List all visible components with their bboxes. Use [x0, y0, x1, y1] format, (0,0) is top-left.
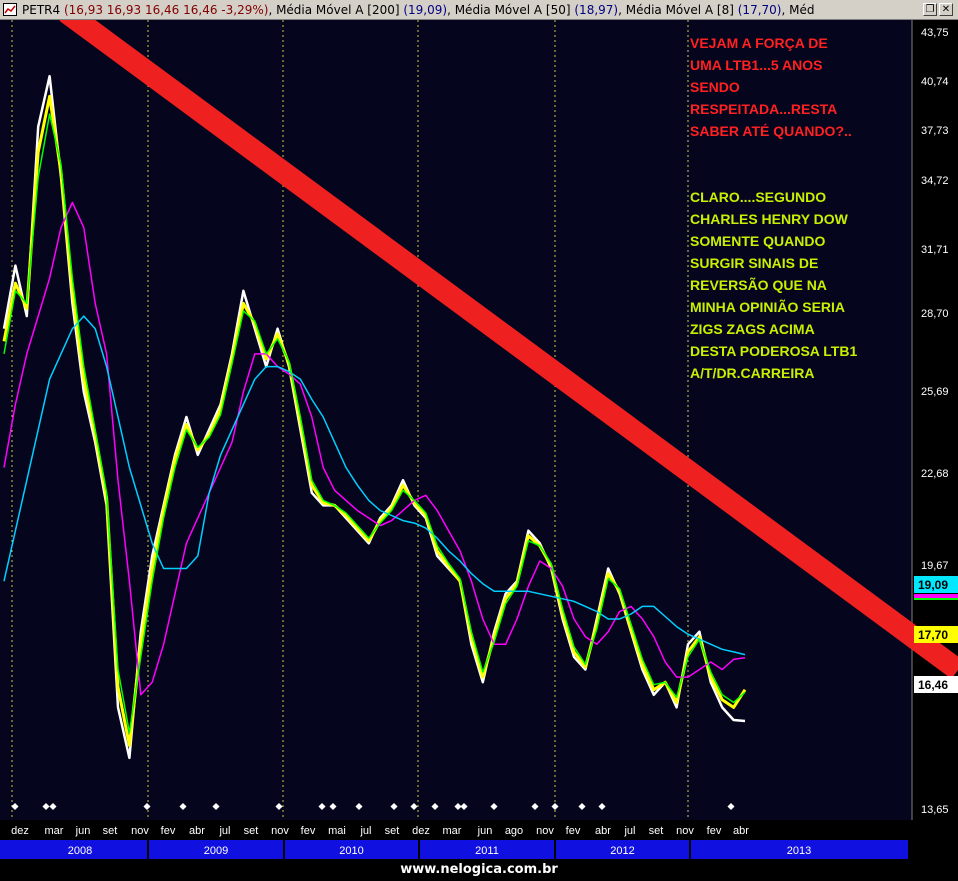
title-segment: (18,97) — [574, 3, 619, 17]
year-label: 2008 — [68, 845, 92, 857]
price-chart[interactable]: VEJAM A FORÇA DE UMA LTB1...5 ANOS SENDO RE… — [0, 20, 958, 859]
title-segment: , Média Móvel A [200] — [268, 3, 404, 17]
price-tag-label: 19,09 — [918, 578, 948, 592]
annotation-red-line: UMA LTB1...5 ANOS — [690, 57, 823, 73]
month-label: set — [385, 825, 400, 837]
annotation-red-line: SENDO — [690, 79, 740, 95]
month-label: nov — [676, 825, 694, 837]
plot-background — [0, 20, 912, 820]
title-segment: PETR4 — [22, 3, 64, 17]
annotation-green-line: CLARO....SEGUNDO — [690, 189, 826, 205]
month-label: fev — [707, 825, 722, 837]
month-label: mai — [328, 825, 346, 837]
price-tag: 16,46 — [914, 676, 958, 693]
price-axis-tick-label: 40,74 — [921, 76, 949, 88]
price-axis-tick-label: 22,68 — [921, 468, 949, 480]
month-label: ago — [505, 825, 523, 837]
year-label: 2009 — [204, 845, 228, 857]
month-label: jul — [623, 825, 635, 837]
title-segment: (19,09) — [403, 3, 448, 17]
chart-window-icon — [3, 3, 17, 16]
annotation-green-line: A/T/DR.CARREIRA — [690, 365, 814, 381]
month-label: mar — [443, 825, 462, 837]
annotation-green-line: MINHA OPINIÃO SERIA — [690, 298, 845, 315]
year-label: 2012 — [610, 845, 634, 857]
month-label: dez — [412, 825, 430, 837]
year-label: 2011 — [475, 845, 499, 857]
price-tag-marker-ma50 — [914, 594, 958, 598]
month-label: nov — [536, 825, 554, 837]
annotation-green-line: SURGIR SINAIS DE — [690, 255, 818, 271]
annotation-green-line: ZIGS ZAGS ACIMA — [690, 321, 815, 337]
year-label: 2010 — [339, 845, 363, 857]
price-tag: 17,70 — [914, 626, 958, 643]
month-label: jul — [359, 825, 371, 837]
annotation-green-line: REVERSÃO QUE NA — [690, 276, 827, 293]
month-label: set — [103, 825, 118, 837]
annotation-red-line: RESPEITADA...RESTA — [690, 101, 837, 117]
price-axis-background — [912, 20, 958, 820]
footer-url[interactable]: www.nelogica.com.br — [0, 859, 958, 881]
annotation-green-line: SOMENTE QUANDO — [690, 233, 825, 249]
annotation-green-line: CHARLES HENRY DOW — [690, 211, 849, 227]
title-segment: , Média Móvel A [8] — [618, 3, 738, 17]
price-axis-tick-label: 31,71 — [921, 244, 949, 256]
title-segment: , Méd — [781, 3, 815, 17]
annotation-green-line: DESTA PODEROSA LTB1 — [690, 343, 857, 359]
price-axis-tick-label: 19,67 — [921, 560, 949, 572]
month-label: set — [244, 825, 259, 837]
month-label: fev — [301, 825, 316, 837]
month-label: fev — [161, 825, 176, 837]
month-label: abr — [733, 825, 749, 837]
price-tag-label: 16,46 — [918, 678, 948, 692]
title-segment: , Média Móvel A [50] — [447, 3, 575, 17]
month-label: fev — [566, 825, 581, 837]
price-axis-tick-label: 28,70 — [921, 308, 949, 320]
price-axis-tick-label: 43,75 — [921, 27, 949, 39]
year-label: 2013 — [787, 845, 811, 857]
restore-icon[interactable]: ❐ — [923, 3, 937, 16]
price-axis-tick-label: 25,69 — [921, 386, 949, 398]
month-label: dez — [11, 825, 29, 837]
month-label: mar — [45, 825, 64, 837]
month-label: abr — [595, 825, 611, 837]
price-tag-label: 17,70 — [918, 628, 948, 642]
price-axis-tick-label: 34,72 — [921, 175, 949, 187]
month-label: set — [649, 825, 664, 837]
close-icon[interactable]: ✕ — [939, 3, 953, 16]
price-axis-tick-label: 13,65 — [921, 804, 949, 816]
title-segment: (16,93 16,93 16,46 16,46 -3,29%) — [63, 3, 269, 17]
annotation-red-line: VEJAM A FORÇA DE — [690, 35, 828, 51]
price-axis-tick-label: 37,73 — [921, 125, 949, 137]
month-label: jun — [477, 825, 493, 837]
month-label: abr — [189, 825, 205, 837]
window-title: PETR4 (16,93 16,93 16,46 16,46 -3,29%), … — [22, 3, 912, 17]
title-segment: (17,70) — [737, 3, 782, 17]
month-label: nov — [271, 825, 289, 837]
price-tag-marker-ma — [914, 598, 958, 600]
month-label: nov — [131, 825, 149, 837]
window-titlebar: PETR4 (16,93 16,93 16,46 16,46 -3,29%), … — [0, 0, 958, 20]
month-label: jul — [218, 825, 230, 837]
annotation-red-line: SABER ATÉ QUANDO?.. — [690, 123, 852, 139]
month-label: jun — [75, 825, 91, 837]
year-band — [0, 840, 908, 859]
price-tag: 19,09 — [914, 576, 958, 593]
